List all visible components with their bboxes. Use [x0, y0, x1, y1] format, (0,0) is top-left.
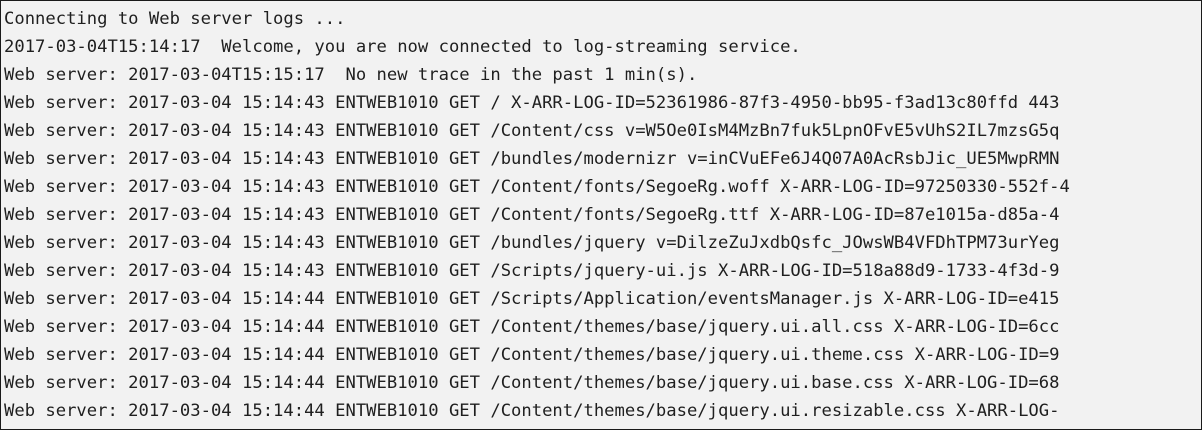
- log-line: Web server: 2017-03-04 15:14:44 ENTWEB10…: [4, 317, 1060, 337]
- log-line: Web server: 2017-03-04 15:14:44 ENTWEB10…: [4, 345, 1060, 365]
- log-line-welcome: 2017-03-04T15:14:17 Welcome, you are now…: [4, 37, 801, 57]
- log-line-connecting: Connecting to Web server logs ...: [4, 9, 346, 29]
- log-line: Web server: 2017-03-04 15:14:43 ENTWEB10…: [4, 177, 1070, 197]
- log-stream-console[interactable]: Connecting to Web server logs ... 2017-0…: [0, 0, 1202, 430]
- log-line-no-trace: Web server: 2017-03-04T15:15:17 No new t…: [4, 65, 698, 85]
- log-line: Web server: 2017-03-04 15:14:43 ENTWEB10…: [4, 261, 1060, 281]
- log-line: Web server: 2017-03-04 15:14:43 ENTWEB10…: [4, 149, 1060, 169]
- log-line: Web server: 2017-03-04 15:14:44 ENTWEB10…: [4, 373, 1060, 393]
- log-line: Web server: 2017-03-04 15:14:43 ENTWEB10…: [4, 205, 1060, 225]
- log-lines-list: Connecting to Web server logs ... 2017-0…: [1, 1, 1201, 425]
- log-line: Web server: 2017-03-04 15:14:43 ENTWEB10…: [4, 93, 1060, 113]
- log-line: Web server: 2017-03-04 15:14:44 ENTWEB10…: [4, 401, 1060, 421]
- log-line: Web server: 2017-03-04 15:14:43 ENTWEB10…: [4, 233, 1060, 253]
- log-line: Web server: 2017-03-04 15:14:44 ENTWEB10…: [4, 289, 1060, 309]
- log-line: Web server: 2017-03-04 15:14:43 ENTWEB10…: [4, 121, 1060, 141]
